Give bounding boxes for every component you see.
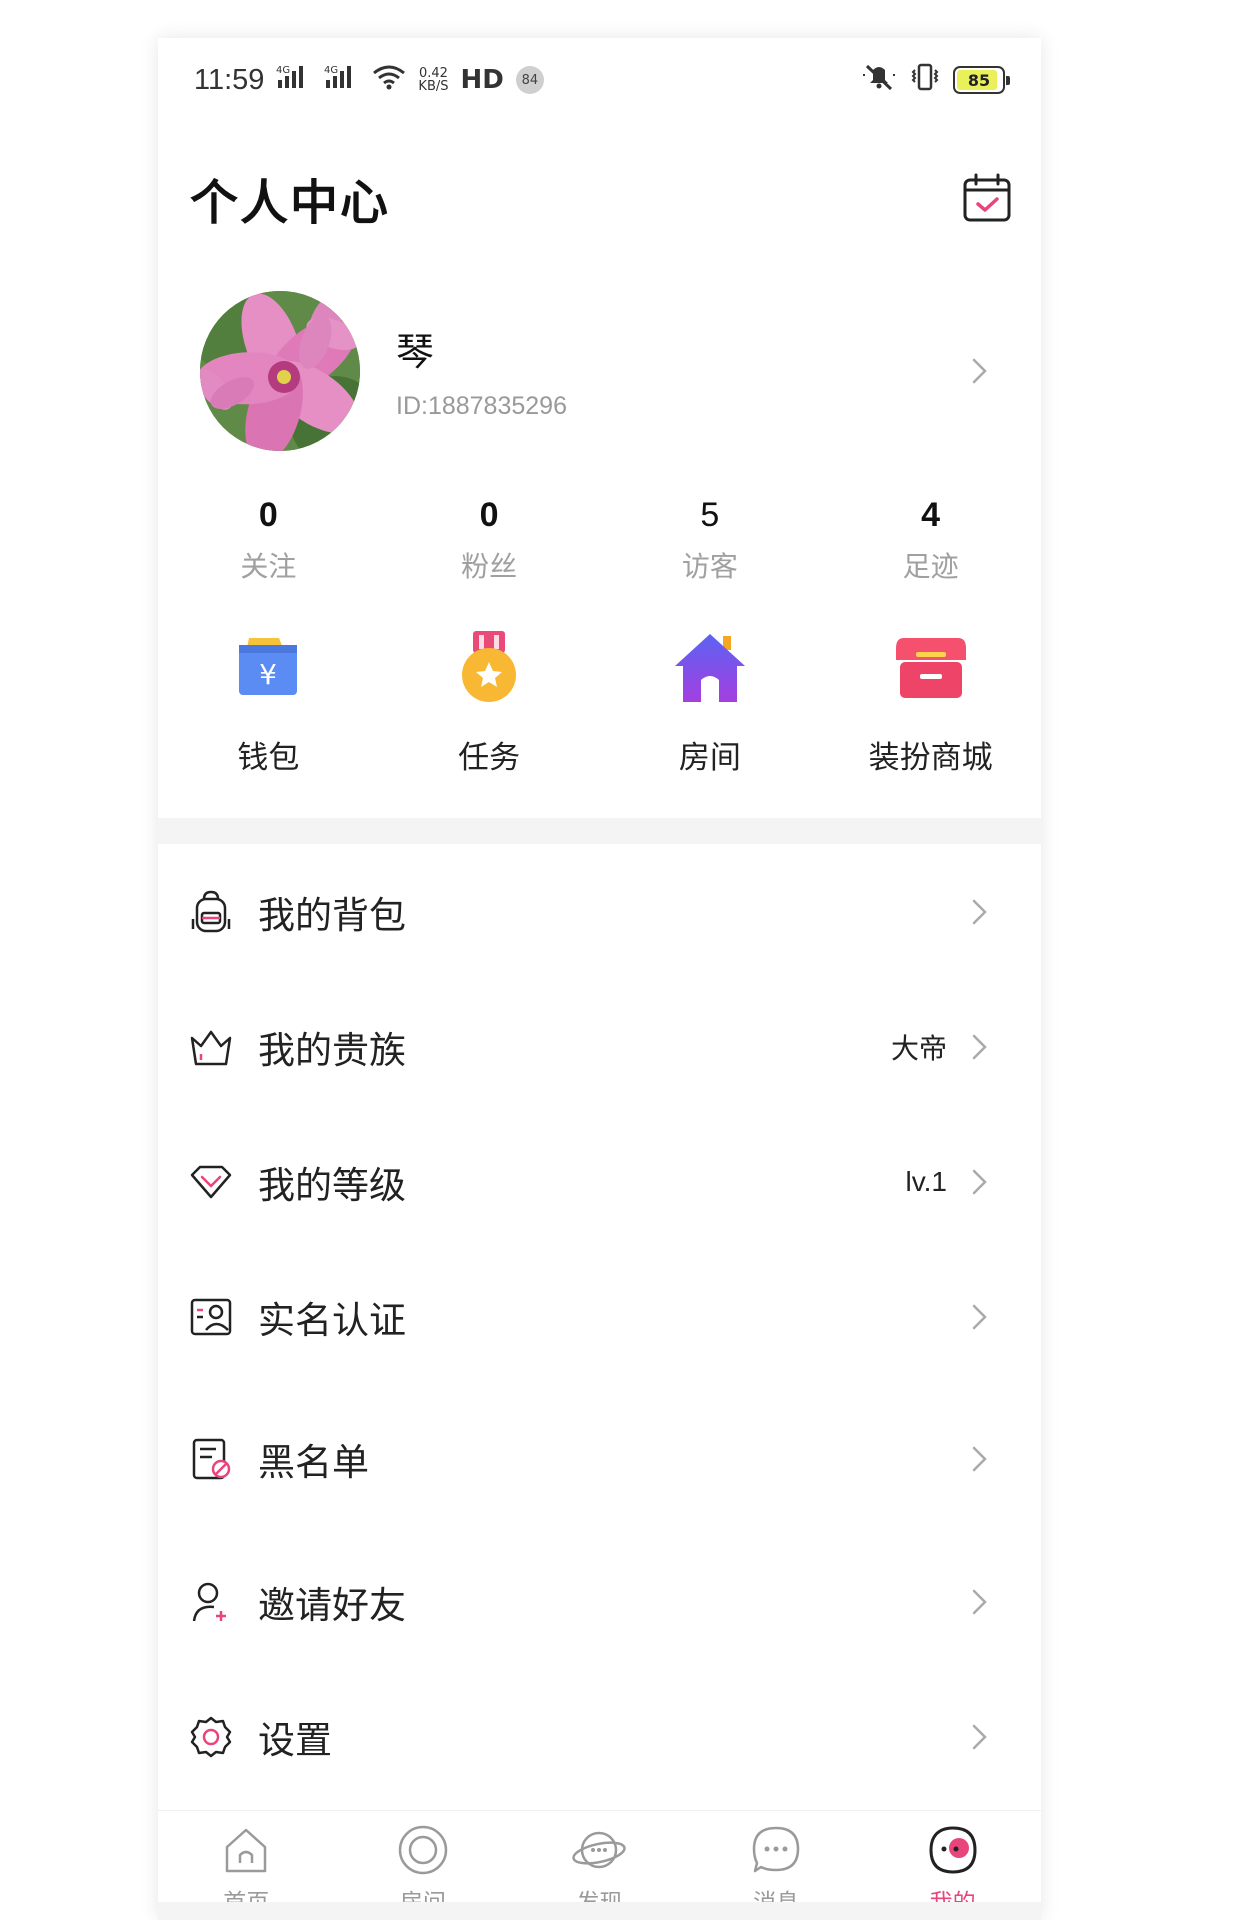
status-time: 11:59 bbox=[194, 63, 265, 96]
menu-label: 我的贵族 bbox=[258, 1028, 406, 1072]
menu-item-invite[interactable]: 邀请好友 bbox=[158, 1534, 1041, 1669]
backpack-icon bbox=[191, 890, 231, 932]
shortcut-label: 任务 bbox=[458, 740, 521, 776]
stats-row: 0 关注 0 粉丝 5 访客 4 足迹 bbox=[158, 496, 1041, 596]
profile-card[interactable]: 琴 ID:1887835296 bbox=[158, 290, 1041, 452]
status-bar-right: 85 bbox=[861, 62, 1010, 99]
profile-info: 琴 ID:1887835296 bbox=[396, 321, 969, 421]
stat-label: 足迹 bbox=[902, 550, 959, 583]
menu-item-verification[interactable]: 实名认证 bbox=[158, 1249, 1041, 1384]
chat-bubble-icon bbox=[752, 1826, 800, 1873]
signal-icon: 4G bbox=[276, 63, 312, 98]
stat-label: 粉丝 bbox=[461, 550, 518, 583]
stat-value: 5 bbox=[700, 496, 720, 534]
chevron-right-icon bbox=[972, 1724, 987, 1749]
shortcut-room[interactable]: 房间 bbox=[600, 628, 821, 788]
chevron-right-icon bbox=[972, 1446, 987, 1472]
crown-icon bbox=[190, 1030, 232, 1065]
diamond-icon bbox=[190, 1165, 232, 1198]
shortcut-label: 房间 bbox=[678, 740, 741, 776]
chevron-right-icon bbox=[972, 1304, 987, 1329]
hd-label: HD bbox=[460, 65, 504, 95]
shortcut-task[interactable]: 任务 bbox=[379, 628, 600, 788]
stat-fans[interactable]: 0 粉丝 bbox=[379, 496, 600, 596]
shortcut-wallet[interactable]: ¥ 钱包 bbox=[158, 628, 379, 788]
planet-icon bbox=[572, 1831, 627, 1869]
profile-face-icon bbox=[929, 1826, 977, 1874]
blacklist-icon bbox=[192, 1438, 231, 1480]
battery-icon: 85 bbox=[953, 66, 1010, 94]
page-header: 个人中心 bbox=[158, 158, 1041, 238]
stat-visitors[interactable]: 5 访客 bbox=[600, 496, 821, 596]
home-indicator-area bbox=[158, 1902, 1041, 1920]
chevron-right-icon bbox=[972, 358, 987, 384]
invite-user-icon bbox=[192, 1582, 226, 1621]
avatar[interactable] bbox=[200, 291, 360, 451]
battery-level: 85 bbox=[967, 70, 991, 90]
menu-value: 大帝 bbox=[890, 1032, 947, 1064]
stat-following[interactable]: 0 关注 bbox=[158, 496, 379, 596]
stat-value: 0 bbox=[479, 496, 499, 534]
chevron-right-icon bbox=[972, 1169, 987, 1194]
notification-count: 84 bbox=[515, 66, 544, 94]
shortcut-grid: ¥ 钱包 任务 房间 装扮商城 bbox=[158, 628, 1041, 788]
shortcut-label: 装扮商城 bbox=[868, 740, 993, 776]
network-speed: 0.42 KB/S bbox=[418, 67, 448, 93]
nickname: 琴 bbox=[396, 330, 435, 374]
menu-item-blacklist[interactable]: 黑名单 bbox=[158, 1384, 1041, 1534]
signal-icon: 4G bbox=[324, 63, 360, 98]
signal1-label: 4G bbox=[276, 65, 290, 76]
flower-avatar-image bbox=[200, 291, 360, 451]
menu-list: 我的背包 我的贵族 大帝 我的等级 lv.1 实名认证 黑名单 邀请好友 设置 bbox=[158, 844, 1041, 1804]
menu-item-nobility[interactable]: 我的贵族 大帝 bbox=[158, 979, 1041, 1114]
vibrate-icon bbox=[909, 62, 941, 99]
stat-label: 关注 bbox=[240, 550, 297, 583]
stat-label: 访客 bbox=[681, 550, 738, 583]
user-id: ID:1887835296 bbox=[396, 392, 567, 420]
signal2-label: 4G bbox=[324, 65, 338, 76]
chevron-right-icon bbox=[972, 1589, 987, 1614]
room-ring-icon bbox=[398, 1825, 448, 1875]
id-card-icon bbox=[190, 1298, 232, 1335]
svg-text:¥: ¥ bbox=[259, 658, 277, 691]
chevron-right-icon bbox=[972, 899, 987, 924]
mute-icon bbox=[861, 62, 897, 99]
menu-label: 黑名单 bbox=[258, 1441, 369, 1484]
wallet-icon: ¥ bbox=[239, 638, 298, 695]
menu-item-backpack[interactable]: 我的背包 bbox=[158, 844, 1041, 979]
menu-label: 邀请好友 bbox=[258, 1583, 406, 1627]
shortcut-store[interactable]: 装扮商城 bbox=[820, 628, 1041, 788]
stat-value: 0 bbox=[258, 496, 278, 534]
page-title: 个人中心 bbox=[190, 175, 391, 231]
menu-label: 我的背包 bbox=[258, 893, 406, 937]
house-icon bbox=[674, 634, 745, 702]
menu-label: 设置 bbox=[258, 1718, 332, 1762]
home-icon bbox=[226, 1828, 267, 1873]
shortcut-label: 钱包 bbox=[237, 740, 300, 776]
task-medal-icon bbox=[462, 631, 517, 702]
section-divider bbox=[158, 818, 1041, 844]
menu-label: 我的等级 bbox=[258, 1163, 406, 1207]
net-speed-unit: KB/S bbox=[418, 79, 449, 94]
store-icon bbox=[895, 638, 966, 698]
phone-screen: 11:59 4G 4G 0.42 KB/S HD 84 85 个人中心 琴 ID… bbox=[158, 38, 1041, 1920]
menu-item-settings[interactable]: 设置 bbox=[158, 1669, 1041, 1804]
menu-label: 实名认证 bbox=[258, 1298, 406, 1342]
stat-value: 4 bbox=[921, 496, 941, 534]
stat-footprints[interactable]: 4 足迹 bbox=[820, 496, 1041, 596]
chevron-right-icon bbox=[972, 1034, 987, 1059]
calendar-check-icon[interactable] bbox=[961, 172, 1013, 224]
wifi-icon bbox=[372, 64, 406, 97]
gear-icon bbox=[190, 1716, 232, 1757]
status-bar: 11:59 4G 4G 0.42 KB/S HD 84 85 bbox=[158, 38, 1041, 122]
status-bar-left: 11:59 4G 4G 0.42 KB/S HD 84 bbox=[194, 63, 544, 98]
menu-value: lv.1 bbox=[905, 1165, 948, 1197]
menu-item-level[interactable]: 我的等级 lv.1 bbox=[158, 1114, 1041, 1249]
